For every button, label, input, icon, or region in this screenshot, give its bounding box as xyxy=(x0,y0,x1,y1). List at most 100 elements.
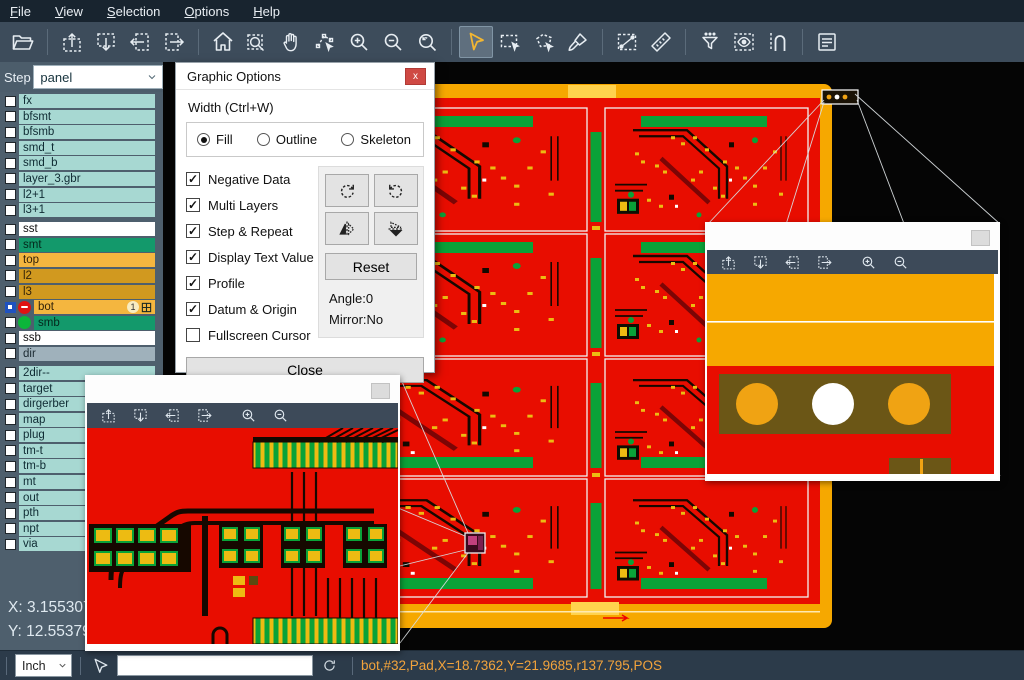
move-left-button[interactable] xyxy=(123,26,157,58)
radio-icon[interactable] xyxy=(257,133,270,146)
flip-vertical-button[interactable] xyxy=(374,212,418,245)
popup-window-button[interactable] xyxy=(371,383,390,399)
magnified-pcb-view[interactable] xyxy=(707,274,994,474)
layer-visibility-checkbox[interactable] xyxy=(5,142,16,153)
move-down-button[interactable] xyxy=(127,405,153,426)
layer-name-cell[interactable]: ssb xyxy=(19,331,155,345)
flip-horizontal-button[interactable] xyxy=(325,212,369,245)
zoom-out-button[interactable] xyxy=(267,405,293,426)
layer-visibility-checkbox[interactable] xyxy=(5,523,16,534)
layer-row[interactable]: l3+1 xyxy=(0,203,163,217)
rotate-cw-button[interactable] xyxy=(325,174,369,207)
region-select-button[interactable] xyxy=(527,26,561,58)
layer-visibility-checkbox[interactable] xyxy=(5,286,16,297)
layer-name-cell[interactable]: bot 1 xyxy=(34,300,155,314)
refresh-icon[interactable] xyxy=(321,657,338,674)
layer-visibility-checkbox[interactable] xyxy=(5,333,16,344)
zoom-out-button[interactable] xyxy=(887,252,913,273)
layer-row[interactable]: sst xyxy=(0,222,163,236)
grid-icon[interactable] xyxy=(141,302,152,313)
layer-visibility-checkbox[interactable] xyxy=(5,383,16,394)
layer-visibility-checkbox[interactable] xyxy=(5,367,16,378)
popup-titlebar[interactable] xyxy=(87,377,398,403)
checkbox-icon[interactable] xyxy=(186,224,200,238)
layer-visibility-checkbox[interactable] xyxy=(5,127,16,138)
option-checkbox-row[interactable]: Datum & Origin xyxy=(186,296,318,322)
checkbox-icon[interactable] xyxy=(186,172,200,186)
snap-button[interactable] xyxy=(761,26,795,58)
layer-name-cell[interactable]: dir xyxy=(19,347,155,361)
menu-item[interactable]: Help xyxy=(253,4,280,19)
open-file-button[interactable] xyxy=(6,26,40,58)
layer-visibility-checkbox[interactable] xyxy=(5,317,16,328)
layer-visibility-checkbox[interactable] xyxy=(5,414,16,425)
checkbox-icon[interactable] xyxy=(186,250,200,264)
layer-visibility-checkbox[interactable] xyxy=(5,348,16,359)
move-up-button[interactable] xyxy=(715,252,741,273)
move-vertex-button[interactable] xyxy=(308,26,342,58)
layer-visibility-checkbox[interactable] xyxy=(5,430,16,441)
move-down-button[interactable] xyxy=(747,252,773,273)
layer-row[interactable]: smt xyxy=(0,238,163,252)
layer-name-cell[interactable]: smd_t xyxy=(19,141,155,155)
layer-row[interactable]: l3 xyxy=(0,285,163,299)
option-checkbox-row[interactable]: Profile xyxy=(186,270,318,296)
menu-item[interactable]: Options xyxy=(184,4,229,19)
layer-row[interactable]: smd_t xyxy=(0,141,163,155)
layer-row[interactable]: dir xyxy=(0,347,163,361)
layer-row[interactable]: fx xyxy=(0,94,163,108)
layer-visibility-checkbox[interactable] xyxy=(5,399,16,410)
layer-visibility-checkbox[interactable] xyxy=(5,255,16,266)
layer-name-cell[interactable]: bfsmb xyxy=(19,125,155,139)
checkbox-icon[interactable] xyxy=(186,198,200,212)
layer-visibility-checkbox[interactable] xyxy=(5,508,16,519)
layer-name-cell[interactable]: top xyxy=(19,253,155,267)
option-checkbox-row[interactable]: Fullscreen Cursor xyxy=(186,322,318,348)
option-checkbox-row[interactable]: Multi Layers xyxy=(186,192,318,218)
menu-item[interactable]: File xyxy=(10,4,31,19)
reset-button[interactable]: Reset xyxy=(325,253,417,280)
zoom-in-button[interactable] xyxy=(855,252,881,273)
menu-item[interactable]: Selection xyxy=(107,4,160,19)
rect-select-button[interactable] xyxy=(493,26,527,58)
layer-visibility-checkbox[interactable] xyxy=(5,205,16,216)
select-arrow-button[interactable] xyxy=(459,26,493,58)
layer-row[interactable]: layer_3.gbr xyxy=(0,172,163,186)
layer-row[interactable]: bot 1 xyxy=(0,300,163,314)
close-icon[interactable]: x xyxy=(405,68,426,85)
fill-mode-radio[interactable]: Fill xyxy=(197,132,233,147)
layer-visibility-checkbox[interactable] xyxy=(5,224,16,235)
layer-name-cell[interactable]: smt xyxy=(19,238,155,252)
zoom-in-button[interactable] xyxy=(342,26,376,58)
layer-name-cell[interactable]: smb xyxy=(34,316,155,330)
report-button[interactable] xyxy=(810,26,844,58)
pan-hand-button[interactable] xyxy=(274,26,308,58)
move-up-button[interactable] xyxy=(95,405,121,426)
magnifier-source-top-right[interactable] xyxy=(822,90,858,104)
layer-row[interactable]: bfsmt xyxy=(0,110,163,124)
magnifier-popup-top-right[interactable] xyxy=(705,222,1000,481)
layer-visibility-checkbox[interactable] xyxy=(5,461,16,472)
move-right-button[interactable] xyxy=(811,252,837,273)
checkbox-icon[interactable] xyxy=(186,276,200,290)
zoom-out-button[interactable] xyxy=(376,26,410,58)
command-input[interactable] xyxy=(117,655,313,676)
brush-edit-button[interactable] xyxy=(561,26,595,58)
option-checkbox-row[interactable]: Negative Data xyxy=(186,166,318,192)
dialog-titlebar[interactable]: Graphic Options x xyxy=(176,63,434,90)
layer-visibility-checkbox[interactable] xyxy=(5,445,16,456)
layer-visibility-checkbox[interactable] xyxy=(5,173,16,184)
move-left-button[interactable] xyxy=(779,252,805,273)
layer-name-cell[interactable]: l2+1 xyxy=(19,188,155,202)
layer-visibility-checkbox[interactable] xyxy=(5,477,16,488)
measure-distance-button[interactable] xyxy=(610,26,644,58)
radio-icon[interactable] xyxy=(197,133,210,146)
unit-select[interactable]: Inch xyxy=(15,654,72,677)
layer-name-cell[interactable]: l3+1 xyxy=(19,203,155,217)
layer-name-cell[interactable]: l3 xyxy=(19,285,155,299)
layer-name-cell[interactable]: l2 xyxy=(19,269,155,283)
checkbox-icon[interactable] xyxy=(186,302,200,316)
magnified-pcb-view[interactable] xyxy=(87,428,398,644)
layer-name-cell[interactable]: bfsmt xyxy=(19,110,155,124)
layer-row[interactable]: smb xyxy=(0,316,163,330)
